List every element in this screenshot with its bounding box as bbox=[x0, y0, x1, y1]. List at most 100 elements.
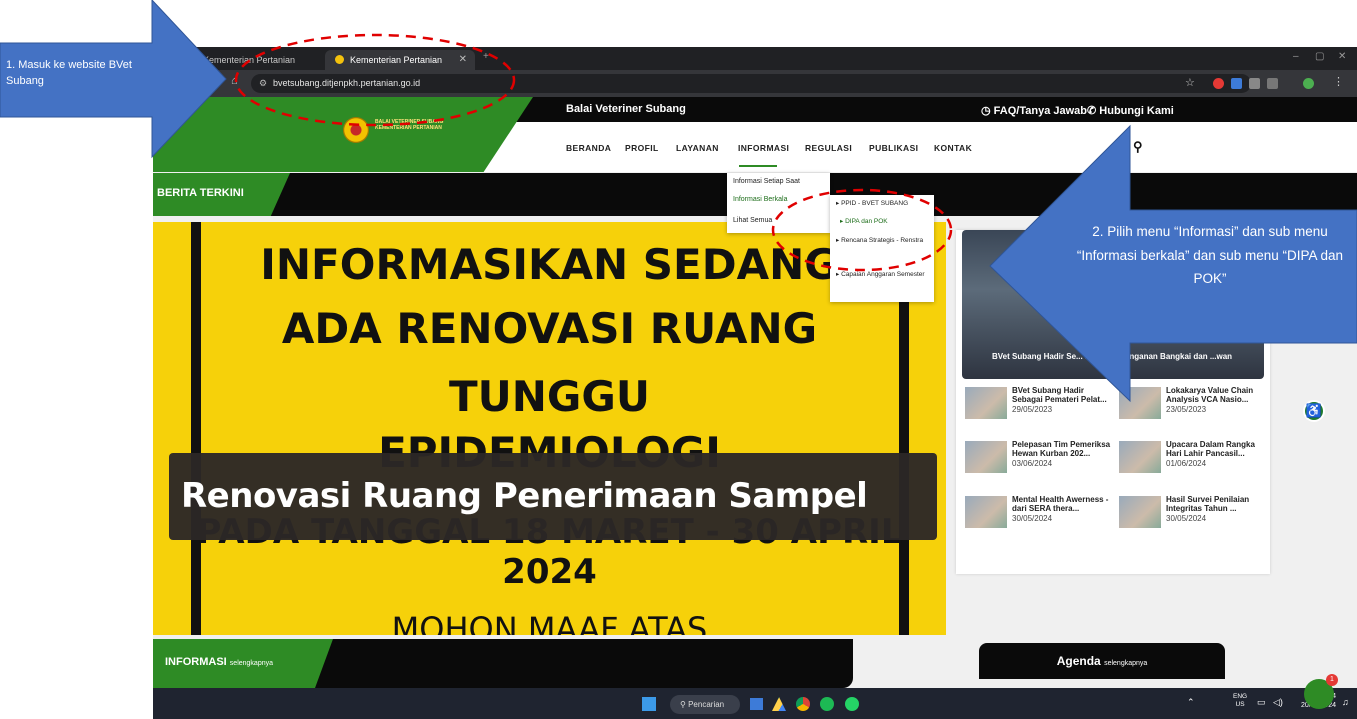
extension-icon[interactable] bbox=[1249, 78, 1260, 89]
submenu-ppid-label: PPID - BVET SUBANG bbox=[841, 200, 909, 207]
tab-bar: Kementerian Pertanian ✕ Kementerian Pert… bbox=[153, 47, 1357, 70]
site-settings-icon[interactable]: ⚙ bbox=[259, 74, 267, 93]
logo-emblem[interactable] bbox=[343, 117, 369, 143]
news-item[interactable]: Lokakarya Value Chain Analysis VCA Nasio… bbox=[1116, 383, 1268, 428]
nav-active-underline bbox=[739, 165, 777, 167]
language-indicator[interactable]: ENG US bbox=[1233, 693, 1247, 709]
logo-subtitle: KEMENTERIAN PERTANIAN bbox=[375, 125, 442, 131]
website: Balai Veteriner Subang ◷ FAQ/Tanya Jawab… bbox=[153, 97, 1357, 688]
news-date: 01/06/2024 bbox=[1166, 459, 1207, 468]
nav-publikasi[interactable]: PUBLIKASI bbox=[869, 143, 918, 153]
maximize-icon[interactable]: ▢ bbox=[1315, 51, 1324, 62]
phone-icon: ✆ bbox=[1087, 105, 1097, 117]
agenda-label: Agenda bbox=[1056, 654, 1101, 668]
news-title: Pelepasan Tim Pemeriksa Hewan Kurban 202… bbox=[1012, 440, 1111, 458]
dropdown-informasi-berkala[interactable]: Informasi Berkala bbox=[733, 196, 787, 203]
url-text: bvetsubang.ditjenpkh.pertanian.go.id bbox=[273, 78, 421, 88]
logo-text: BALAI VETERINER SUBANG KEMENTERIAN PERTAN… bbox=[375, 119, 443, 131]
news-thumbnail bbox=[965, 387, 1007, 419]
close-window-icon[interactable]: ✕ bbox=[1338, 51, 1346, 62]
informasi-berkala-submenu: ▸ PPID - BVET SUBANG ▸ DIPA dan POK ▸ Re… bbox=[830, 195, 934, 302]
faq-link-label: FAQ/Tanya Jawab bbox=[993, 105, 1087, 117]
news-item[interactable]: Hasil Survei Penilaian Integritas Tahun … bbox=[1116, 492, 1268, 537]
network-icon[interactable]: ▭ bbox=[1257, 697, 1266, 708]
tray-chevron-icon[interactable]: ⌃ bbox=[1187, 697, 1195, 708]
tab-1-label: Kementerian Pertanian bbox=[203, 55, 296, 65]
file-explorer-icon[interactable] bbox=[750, 698, 763, 710]
chrome-icon[interactable] bbox=[796, 697, 810, 711]
tab-2-label: Kementerian Pertanian bbox=[350, 55, 443, 65]
submenu-dipa-pok-label: DIPA dan POK bbox=[845, 218, 888, 225]
home-icon[interactable]: ⌂ bbox=[231, 75, 238, 87]
clock-icon: ◷ bbox=[981, 105, 991, 117]
berita-label: BERITA TERKINI bbox=[157, 187, 244, 199]
news-date: 29/05/2023 bbox=[1012, 405, 1053, 414]
agenda-more-link[interactable]: selengkapnya bbox=[1104, 660, 1147, 667]
windows-start-icon[interactable] bbox=[642, 697, 656, 711]
news-title: Hasil Survei Penilaian Integritas Tahun … bbox=[1166, 495, 1250, 513]
taskbar-search-label: Pencarian bbox=[688, 700, 725, 709]
news-thumbnail bbox=[965, 441, 1007, 473]
minimize-icon[interactable]: – bbox=[1293, 51, 1299, 62]
submenu-capaian-anggaran[interactable]: ▸ Capaian Anggaran Semester bbox=[836, 270, 928, 279]
notification-bell-icon[interactable]: ♫ bbox=[1342, 697, 1349, 707]
news-title: Mental Health Awerness - dari SERA thera… bbox=[1012, 495, 1109, 513]
nav-kontak[interactable]: KONTAK bbox=[934, 143, 972, 153]
news-date: 03/06/2024 bbox=[1012, 459, 1053, 468]
nav-profil[interactable]: PROFIL bbox=[625, 143, 659, 153]
region-label: US bbox=[1235, 701, 1245, 708]
profile-avatar-icon[interactable] bbox=[1303, 78, 1314, 89]
news-item[interactable]: Mental Health Awerness - dari SERA thera… bbox=[962, 492, 1114, 537]
adblock-icon[interactable] bbox=[1213, 78, 1224, 89]
submenu-capaian-label: Capaian Anggaran Semester bbox=[841, 271, 925, 278]
taskbar-search[interactable]: ⚲ Pencarian bbox=[670, 695, 740, 714]
new-tab-icon[interactable]: + bbox=[483, 51, 489, 62]
nav-informasi[interactable]: INFORMASI bbox=[738, 143, 789, 153]
contact-link[interactable]: ✆ Hubungi Kami bbox=[1087, 104, 1174, 117]
informasi-heading: INFORMASI selengkapnya bbox=[165, 656, 273, 668]
close-tab-icon[interactable]: ✕ bbox=[459, 50, 467, 70]
whatsapp-icon[interactable] bbox=[845, 697, 859, 711]
dropdown-informasi-setiap-saat[interactable]: Informasi Setiap Saat bbox=[733, 178, 800, 185]
volume-icon[interactable]: ◁) bbox=[1273, 697, 1283, 708]
callout-step-1: 1. Masuk ke website BVet Subang bbox=[6, 59, 132, 87]
submenu-renstra-label: Rencana Strategis - Renstra bbox=[841, 237, 924, 244]
news-item[interactable]: Upacara Dalam Rangka Hari Lahir Pancasil… bbox=[1116, 437, 1268, 482]
url-field[interactable]: ⚙ bvetsubang.ditjenpkh.pertanian.go.id bbox=[251, 74, 1251, 93]
dropdown-lihat-semua[interactable]: Lihat Semua bbox=[733, 217, 772, 224]
nav-beranda[interactable]: BERANDA bbox=[566, 143, 611, 153]
accessibility-icon[interactable]: ♿ bbox=[1303, 400, 1325, 422]
spotify-icon[interactable] bbox=[820, 697, 834, 711]
site-topbar-title: Balai Veteriner Subang bbox=[566, 103, 686, 115]
news-item[interactable]: Pelepasan Tim Pemeriksa Hewan Kurban 202… bbox=[962, 437, 1114, 482]
submenu-renstra[interactable]: ▸ Rencana Strategis - Renstra bbox=[836, 236, 928, 245]
bookmark-star-icon[interactable]: ☆ bbox=[1185, 76, 1195, 89]
submenu-ppid[interactable]: ▸ PPID - BVET SUBANG bbox=[836, 199, 908, 208]
featured-news-caption: BVet Subang Hadir Se... ...ihan Penangan… bbox=[992, 352, 1233, 361]
tab-1[interactable]: Kementerian Pertanian ✕ bbox=[193, 50, 343, 70]
menu-kebab-icon[interactable]: ⋮ bbox=[1333, 75, 1344, 88]
banner-caption[interactable]: Renovasi Ruang Penerimaan Sampel bbox=[169, 453, 937, 540]
news-thumbnail bbox=[1119, 387, 1161, 419]
extension-icon[interactable] bbox=[1231, 78, 1242, 89]
submenu-dipa-pok[interactable]: ▸ DIPA dan POK bbox=[840, 217, 888, 226]
address-bar-row: ⌂ ⚙ bvetsubang.ditjenpkh.pertanian.go.id… bbox=[153, 70, 1357, 97]
news-item[interactable]: BVet Subang Hadir Sebagai Pemateri Pelat… bbox=[962, 383, 1114, 428]
search-icon[interactable]: ⚲ bbox=[1133, 139, 1143, 155]
play-icon: ▸ bbox=[836, 200, 840, 207]
tab-2[interactable]: Kementerian Pertanian ✕ bbox=[325, 50, 475, 70]
news-banner[interactable]: INFORMASIKAN SEDANG ADA RENOVASI RUANG T… bbox=[153, 222, 946, 635]
banner-line-2: ADA RENOVASI RUANG bbox=[281, 304, 818, 353]
extensions-puzzle-icon[interactable] bbox=[1267, 78, 1278, 89]
news-title: BVet Subang Hadir Sebagai Pemateri Pelat… bbox=[1012, 386, 1107, 404]
news-date: 30/05/2024 bbox=[1166, 514, 1207, 523]
banner-line-7: MOHON MAAF ATAS bbox=[391, 610, 708, 635]
informasi-more-link[interactable]: selengkapnya bbox=[230, 660, 273, 667]
news-thumbnail bbox=[1119, 441, 1161, 473]
nav-regulasi[interactable]: REGULASI bbox=[805, 143, 852, 153]
play-icon: ▸ bbox=[840, 218, 844, 225]
faq-link[interactable]: ◷ FAQ/Tanya Jawab bbox=[981, 104, 1087, 117]
banner-line-1: INFORMASIKAN SEDANG bbox=[260, 240, 839, 289]
callout-step-2: 2. Pilih menu “Informasi” dan sub menu “… bbox=[1076, 224, 1344, 286]
nav-layanan[interactable]: LAYANAN bbox=[676, 143, 719, 153]
